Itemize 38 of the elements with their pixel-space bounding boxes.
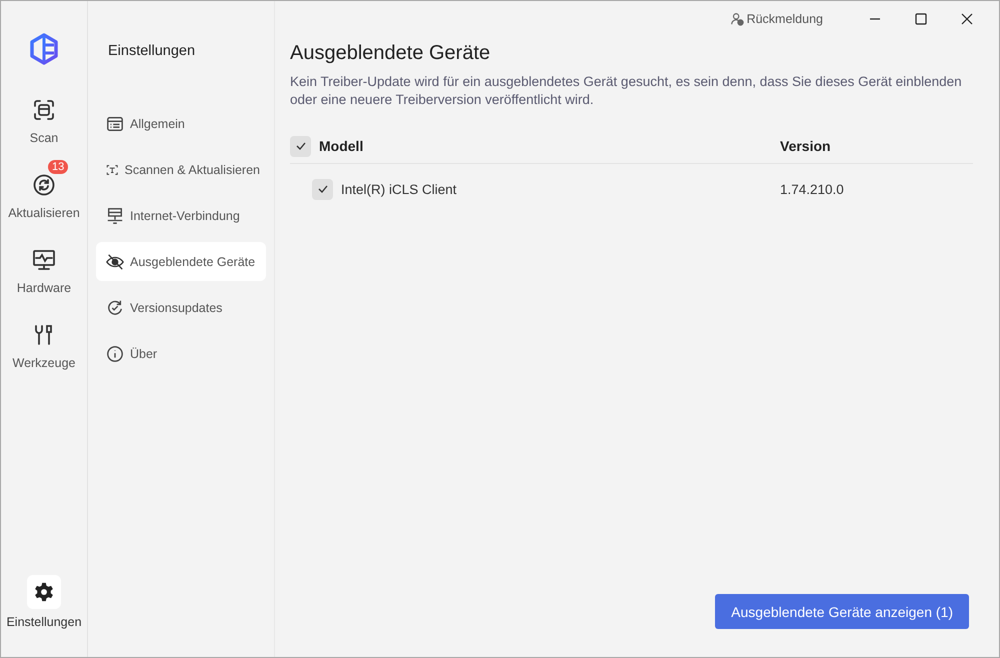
settings-menu-item[interactable]: Allgemein xyxy=(96,104,266,143)
column-header: Version xyxy=(780,138,832,154)
page-description: Kein Treiber-Update wird für ein ausgeblendetes Gerät gesucht, es sein denn, dass Sie dieses Gerät einblenden oder eine neuere Treiberversion veröffentlicht wird. xyxy=(290,73,963,109)
app-logo-icon xyxy=(28,33,60,65)
nav-item[interactable]: 13 Aktualisieren xyxy=(1,159,87,226)
list-icon xyxy=(106,114,124,132)
nav-item[interactable]: Hardware xyxy=(1,234,87,301)
user-icon xyxy=(730,12,744,26)
feedback-button[interactable]: Rückmeldung xyxy=(724,11,829,27)
settings-menu-item[interactable]: Ausgeblendete Geräte xyxy=(96,242,266,281)
select-all-checkbox[interactable] xyxy=(290,136,311,156)
scan-icon xyxy=(32,98,56,122)
show-hidden-devices-button[interactable]: Ausgeblendete Geräte anzeigen (1) xyxy=(715,594,969,629)
settings-menu-item[interactable]: Über xyxy=(96,334,266,373)
eye-off-icon xyxy=(106,252,124,270)
settings-menu-item[interactable]: Scannen & Aktualisieren xyxy=(96,150,266,189)
count-badge: 13 xyxy=(48,160,68,174)
checkmark-icon xyxy=(294,140,306,152)
checkmark-icon xyxy=(316,183,328,195)
table-cell: Intel(R) iCLS Client xyxy=(341,182,457,196)
settings-menu-item[interactable]: Versionsupdates xyxy=(96,288,266,327)
table-cell-text: 1.74.210.0 xyxy=(780,182,845,196)
page-title: Ausgeblendete Geräte xyxy=(290,42,492,65)
settings-menu-item[interactable]: Internet-Verbindung xyxy=(96,196,266,235)
maximize-button[interactable] xyxy=(915,13,927,25)
info-icon xyxy=(106,344,124,362)
close-button[interactable] xyxy=(961,13,973,25)
refresh-icon xyxy=(32,173,56,197)
settings-icon xyxy=(33,581,55,603)
monitor-icon xyxy=(32,248,56,272)
update-check-icon xyxy=(106,298,124,316)
settings-nav-item[interactable]: Einstellungen xyxy=(1,561,87,635)
nav-item[interactable]: Scan xyxy=(1,84,87,151)
menu-title: Einstellungen xyxy=(107,43,196,59)
column-header: Modell xyxy=(319,138,364,154)
nav-item[interactable]: Werkzeuge xyxy=(1,309,87,376)
row-checkbox[interactable] xyxy=(312,178,333,200)
network-icon xyxy=(106,206,124,224)
